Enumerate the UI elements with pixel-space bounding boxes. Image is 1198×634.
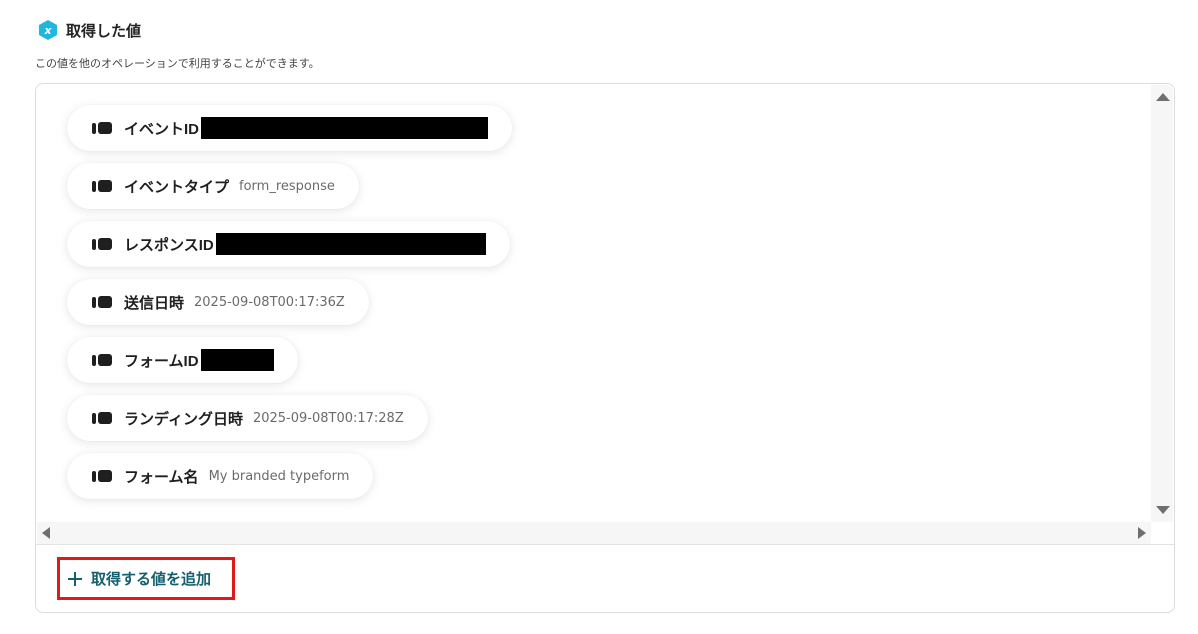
add-value-button[interactable]: 取得する値を追加 [57, 557, 235, 600]
value-chip-event-type[interactable]: イベントタイプ form_response [67, 163, 359, 209]
section-title: 取得した値 [66, 21, 142, 40]
value-chip-submitted-at[interactable]: 送信日時 2025-09-08T00:17:36Z [67, 279, 369, 325]
chip-label: イベントタイプ [124, 178, 230, 196]
redacted-value [200, 349, 274, 371]
vertical-scrollbar[interactable] [1151, 85, 1173, 522]
values-scroll-area: イベントID イベントタイプ form_response レスポンスID 送信日… [37, 85, 1151, 522]
chip-value: 2025-09-08T00:17:36Z [194, 294, 345, 310]
value-chip-landed-at[interactable]: ランディング日時 2025-09-08T00:17:28Z [67, 395, 428, 441]
variable-icon [92, 470, 114, 482]
chip-value: My branded typeform [208, 468, 350, 484]
plus-icon [68, 571, 82, 586]
scroll-right-arrow-icon[interactable] [1138, 527, 1146, 539]
scroll-up-arrow-icon[interactable] [1156, 93, 1170, 101]
svg-text:x: x [43, 24, 52, 37]
chip-value: 2025-09-08T00:17:28Z [252, 410, 404, 426]
value-chip-event-id[interactable]: イベントID [67, 105, 513, 151]
add-value-label: 取得する値を追加 [91, 571, 212, 588]
variable-icon [92, 296, 114, 308]
variable-icon [92, 238, 114, 250]
variable-icon [92, 122, 114, 134]
redacted-value [215, 233, 486, 255]
values-panel: イベントID イベントタイプ form_response レスポンスID 送信日… [35, 83, 1175, 613]
horizontal-scrollbar[interactable] [37, 522, 1151, 544]
x-variable-icon: x [37, 19, 59, 41]
section-description: この値を他のオペレーションで利用することができます。 [35, 57, 320, 70]
chip-label: 送信日時 [124, 294, 185, 312]
redacted-value [201, 117, 489, 139]
divider [36, 544, 1174, 545]
chip-label: レスポンスID [124, 236, 214, 254]
value-chip-form-name[interactable]: フォーム名 My branded typeform [67, 453, 374, 499]
section-header: x 取得した値 [37, 19, 141, 41]
variable-icon [92, 180, 114, 192]
value-chip-response-id[interactable]: レスポンスID [67, 221, 510, 267]
scroll-left-arrow-icon[interactable] [42, 527, 50, 539]
chip-label: ランディング日時 [124, 410, 243, 428]
variable-icon [92, 354, 114, 366]
scroll-down-arrow-icon[interactable] [1156, 506, 1170, 514]
value-chip-form-id[interactable]: フォームID [67, 337, 298, 383]
chip-label: フォーム名 [124, 468, 199, 486]
chip-label: フォームID [124, 352, 199, 370]
chip-label: イベントID [124, 120, 200, 138]
chip-value: form_response [239, 178, 335, 194]
variable-icon [92, 412, 114, 424]
